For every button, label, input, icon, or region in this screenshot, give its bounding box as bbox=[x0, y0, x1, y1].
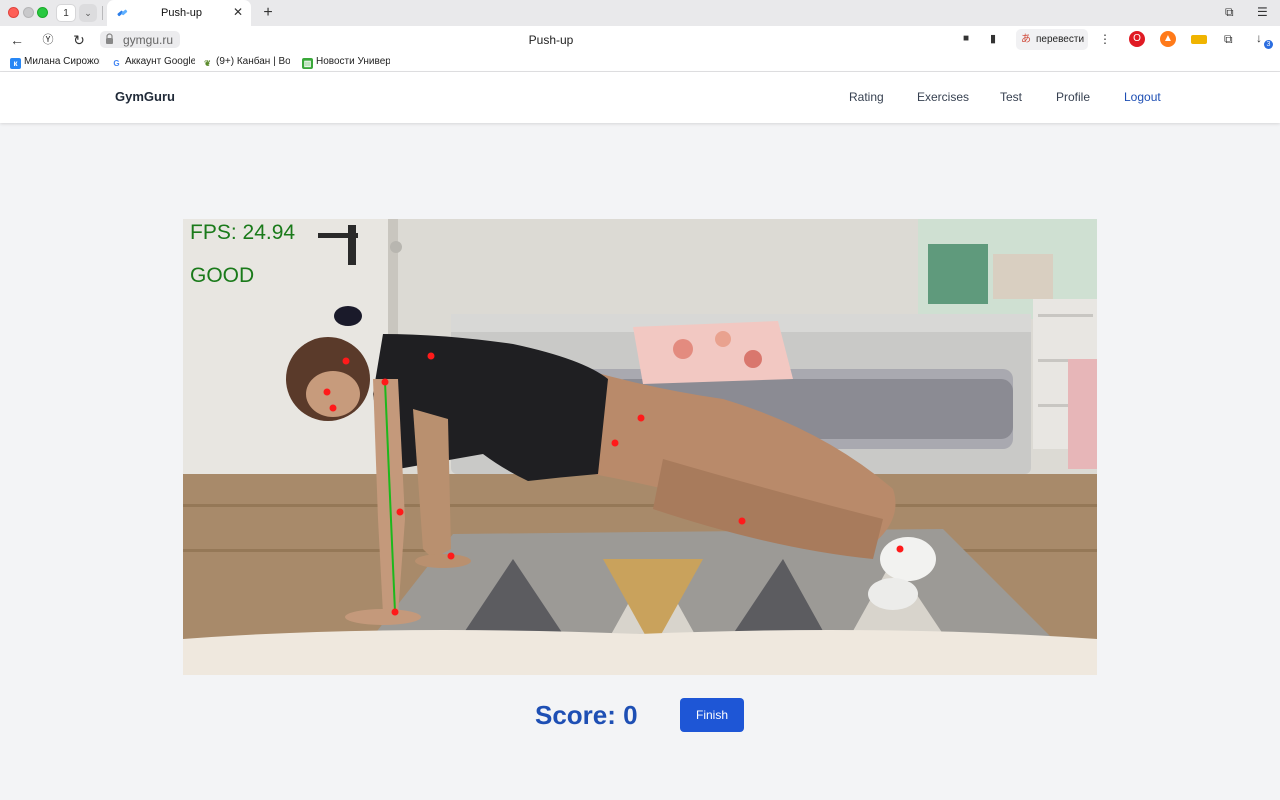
pose-keypoint bbox=[381, 378, 389, 386]
menu-icon[interactable]: ☰ bbox=[1257, 5, 1268, 19]
pose-keypoint bbox=[329, 404, 337, 412]
maximize-window-button[interactable] bbox=[37, 7, 48, 18]
collections-icon[interactable]: ⧉ bbox=[1224, 32, 1233, 47]
brand-logo[interactable]: GymGuru bbox=[115, 89, 175, 104]
tab-title: Push-up bbox=[161, 7, 202, 19]
leaf-icon: ❦ bbox=[202, 58, 213, 69]
downloads-badge: 3 bbox=[1264, 40, 1273, 49]
tabs-overview-icon[interactable]: ⧉ bbox=[1225, 5, 1234, 20]
active-tab[interactable]: Push-up ✕ bbox=[107, 0, 251, 26]
translate-icon: あ bbox=[1021, 34, 1031, 45]
more-vertical-icon[interactable]: ⋮ bbox=[1099, 32, 1111, 46]
new-tab-plus-icon[interactable]: + bbox=[258, 3, 278, 23]
nav-profile[interactable]: Profile bbox=[1056, 90, 1090, 104]
battery-icon[interactable] bbox=[1191, 35, 1207, 44]
pose-keypoint bbox=[342, 357, 350, 365]
pose-keypoint bbox=[396, 508, 404, 516]
video-frame-illustration bbox=[183, 219, 1097, 675]
close-icon[interactable]: ✕ bbox=[233, 5, 243, 19]
form-status-label: GOOD bbox=[190, 264, 255, 287]
bars-icon: ▥ bbox=[302, 58, 313, 69]
bookmark-item[interactable]: ▥ Новости Универс bbox=[302, 56, 390, 69]
nav-rating[interactable]: Rating bbox=[849, 90, 884, 104]
nav-test[interactable]: Test bbox=[1000, 90, 1022, 104]
camera-icon[interactable]: ■ bbox=[963, 33, 969, 44]
fps-readout: FPS: 24.94 bbox=[190, 221, 296, 244]
pose-keypoint bbox=[427, 352, 435, 360]
camera-video-feed: FPS: 24.94 GOOD bbox=[183, 219, 1097, 675]
pose-keypoint bbox=[391, 608, 399, 616]
tab-count-badge[interactable]: 1 bbox=[56, 4, 76, 22]
bookmark-item[interactable]: G Аккаунт Google bbox=[111, 56, 195, 69]
nav-logout[interactable]: Logout bbox=[1124, 90, 1161, 104]
fire-extension-icon[interactable]: ▲ bbox=[1160, 31, 1176, 47]
opera-extension-icon[interactable]: O bbox=[1129, 31, 1145, 47]
finish-button[interactable]: Finish bbox=[680, 698, 744, 732]
pose-keypoint bbox=[323, 388, 331, 396]
bookmark-icon[interactable]: ▮ bbox=[990, 32, 996, 45]
tab-separator bbox=[102, 6, 103, 20]
minimize-window-button[interactable] bbox=[23, 7, 34, 18]
vk-icon: к bbox=[10, 58, 21, 69]
browser-tab-bar: 1 ⌄ Push-up ✕ + ⧉ ☰ bbox=[0, 0, 1280, 26]
toolbar-page-title: Push-up bbox=[528, 33, 574, 47]
translate-label: перевести bbox=[1036, 34, 1085, 45]
bookmark-item[interactable]: ❦ (9+) Канбан | Boa bbox=[202, 56, 290, 69]
pose-keypoint bbox=[896, 545, 904, 553]
bookmarks-bar: к Милана Сирожов G Аккаунт Google ❦ (9+) Ка… bbox=[0, 53, 1280, 72]
nav-exercises[interactable]: Exercises bbox=[917, 90, 969, 104]
bookmark-item[interactable]: к Милана Сирожов bbox=[10, 56, 100, 69]
browser-toolbar: ← Ⓨ ↻ gymgu.ru Push-up ■ ▮ あ перевести ⋮… bbox=[0, 26, 1280, 53]
pose-keypoint bbox=[447, 552, 455, 560]
pose-keypoint bbox=[738, 517, 746, 525]
chevron-down-icon[interactable]: ⌄ bbox=[79, 4, 97, 22]
site-navbar: GymGuru Rating Exercises Test Profile Lo… bbox=[0, 72, 1280, 123]
translate-button[interactable]: あ перевести bbox=[1016, 29, 1088, 50]
google-icon: G bbox=[111, 58, 122, 69]
close-window-button[interactable] bbox=[8, 7, 19, 18]
pose-keypoint bbox=[611, 439, 619, 447]
site-favicon-icon bbox=[117, 9, 128, 17]
download-icon[interactable]: ↓ bbox=[1256, 31, 1262, 45]
score-display: Score: 0 bbox=[535, 700, 638, 730]
pose-keypoint bbox=[637, 414, 645, 422]
